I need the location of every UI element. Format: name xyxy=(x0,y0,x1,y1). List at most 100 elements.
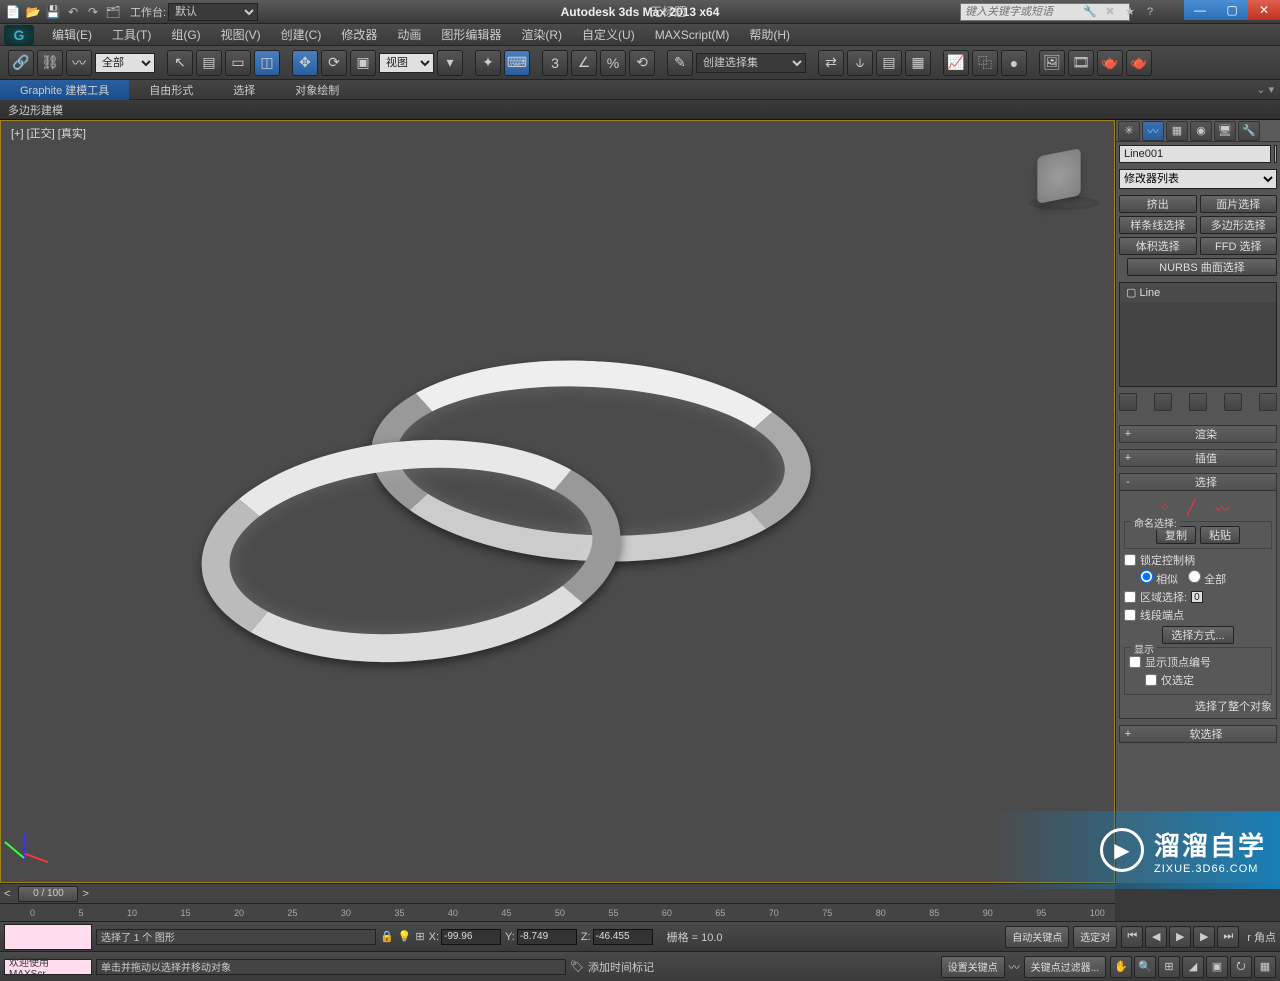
help-icon[interactable]: ? xyxy=(1142,4,1158,20)
application-button[interactable]: G xyxy=(4,25,34,45)
area-select-value[interactable] xyxy=(1191,591,1203,603)
play-icon[interactable]: ▶ xyxy=(1169,926,1191,948)
rollout-select-header[interactable]: -选择 xyxy=(1119,473,1277,491)
minimize-button[interactable]: — xyxy=(1184,0,1216,20)
material-editor-icon[interactable]: ● xyxy=(1001,50,1027,76)
coord-z-input[interactable] xyxy=(593,929,653,945)
subscription-icon[interactable]: 🔧 xyxy=(1082,4,1098,20)
select-by-name-icon[interactable]: ▤ xyxy=(196,50,222,76)
script-welcome[interactable]: 欢迎使用 MAXScr xyxy=(4,959,92,975)
track-bar[interactable]: 0510152025303540455055606570758085909510… xyxy=(0,903,1115,921)
viewport[interactable]: [+] [正交] [真实] xyxy=(0,120,1115,883)
mod-btn-volselect[interactable]: 体积选择 xyxy=(1119,237,1197,255)
zoom-extents-icon[interactable]: ▣ xyxy=(1206,956,1228,978)
remove-modifier-icon[interactable] xyxy=(1224,393,1242,411)
graphite-toggle-icon[interactable]: ▦ xyxy=(905,50,931,76)
lock-handles-check[interactable]: 锁定控制柄 xyxy=(1124,552,1272,568)
window-crossing-icon[interactable]: ◫ xyxy=(254,50,280,76)
ribbon-expand-icon[interactable]: ⌄ ▾ xyxy=(1256,83,1274,96)
move-icon[interactable]: ✥ xyxy=(292,50,318,76)
prev-frame-icon[interactable]: ◀ xyxy=(1145,926,1167,948)
time-tag-icon[interactable]: 🏷 xyxy=(570,960,584,973)
schematic-view-icon[interactable]: ⿻ xyxy=(972,50,998,76)
scale-icon[interactable]: ▣ xyxy=(350,50,376,76)
save-file-icon[interactable]: 💾 xyxy=(44,3,62,21)
menu-edit[interactable]: 编辑(E) xyxy=(42,25,102,45)
tab-create-icon[interactable]: ✳ xyxy=(1118,121,1140,141)
isolate-icon[interactable]: 💡 xyxy=(398,930,412,943)
snap-3d-icon[interactable]: 3 xyxy=(542,50,568,76)
align-icon[interactable]: ⫝ xyxy=(847,50,873,76)
add-time-tag-label[interactable]: 添加时间标记 xyxy=(588,959,654,975)
rollout-render-header[interactable]: +渲染 xyxy=(1119,425,1277,443)
bind-spacewarp-icon[interactable]: 〰 xyxy=(66,50,92,76)
time-prev-icon[interactable]: < xyxy=(4,888,10,900)
maxtoggle-icon[interactable]: ▦ xyxy=(1254,956,1276,978)
menu-modifiers[interactable]: 修改器 xyxy=(331,25,387,45)
percent-snap-icon[interactable]: % xyxy=(600,50,626,76)
rotate-icon[interactable]: ⟳ xyxy=(321,50,347,76)
manipulate-icon[interactable]: ✦ xyxy=(475,50,501,76)
mod-btn-ffdselect[interactable]: FFD 选择 xyxy=(1200,237,1278,255)
rendered-frame-icon[interactable]: 🎞 xyxy=(1068,50,1094,76)
select-object-icon[interactable]: ↖ xyxy=(167,50,193,76)
ribbon-tab-objectpaint[interactable]: 对象绘制 xyxy=(275,80,359,100)
menu-create[interactable]: 创建(C) xyxy=(271,25,332,45)
show-vert-num-check[interactable]: 显示顶点编号 xyxy=(1129,654,1267,670)
unlink-icon[interactable]: ⛓ xyxy=(37,50,63,76)
pan-view-icon[interactable]: ✋ xyxy=(1110,956,1132,978)
paste-button[interactable]: 粘贴 xyxy=(1200,526,1240,544)
mod-btn-splineselect[interactable]: 样条线选择 xyxy=(1119,216,1197,234)
maximize-button[interactable]: ▢ xyxy=(1216,0,1248,20)
menu-customize[interactable]: 自定义(U) xyxy=(572,25,645,45)
object-name-input[interactable] xyxy=(1119,145,1271,163)
menu-tools[interactable]: 工具(T) xyxy=(102,25,161,45)
stack-item-line[interactable]: ▢ Line xyxy=(1120,283,1276,302)
tab-modify-icon[interactable]: 〰 xyxy=(1142,121,1164,141)
make-unique-icon[interactable] xyxy=(1189,393,1207,411)
next-frame-icon[interactable]: ▶ xyxy=(1193,926,1215,948)
modifier-list-select[interactable]: 修改器列表 xyxy=(1119,169,1277,189)
rollout-interp-header[interactable]: +插值 xyxy=(1119,449,1277,467)
redo-icon[interactable]: ↷ xyxy=(84,3,102,21)
menu-animation[interactable]: 动画 xyxy=(387,25,431,45)
maxscript-mini-listener[interactable] xyxy=(4,924,92,950)
viewport-label[interactable]: [+] [正交] [真实] xyxy=(11,125,86,141)
menu-group[interactable]: 组(G) xyxy=(161,25,210,45)
configure-sets-icon[interactable] xyxy=(1259,393,1277,411)
menu-maxscript[interactable]: MAXScript(M) xyxy=(645,25,740,45)
selection-filter[interactable]: 全部 xyxy=(95,53,155,73)
orbit-icon[interactable]: ⭮ xyxy=(1230,956,1252,978)
tab-motion-icon[interactable]: ◉ xyxy=(1190,121,1212,141)
ribbon-tab-selection[interactable]: 选择 xyxy=(213,80,275,100)
ref-coord-system[interactable]: 视图 xyxy=(379,53,434,73)
fov-icon[interactable]: ◢ xyxy=(1182,956,1204,978)
segment-level-icon[interactable]: ╱ xyxy=(1187,499,1209,517)
exchange-icon[interactable]: ✖ xyxy=(1102,4,1118,20)
project-icon[interactable]: 🗂 xyxy=(104,3,122,21)
auto-key-button[interactable]: 自动关键点 xyxy=(1005,926,1069,948)
mod-btn-polyselect[interactable]: 多边形选择 xyxy=(1200,216,1278,234)
open-file-icon[interactable]: 📂 xyxy=(24,3,42,21)
menu-grapheditors[interactable]: 图形编辑器 xyxy=(431,25,511,45)
undo-icon[interactable]: ↶ xyxy=(64,3,82,21)
zoom-icon[interactable]: 🔍 xyxy=(1134,956,1156,978)
new-file-icon[interactable]: 📄 xyxy=(4,3,22,21)
tab-utilities-icon[interactable]: 🔧 xyxy=(1238,121,1260,141)
sel-only-check[interactable]: 仅选定 xyxy=(1145,672,1267,688)
radio-all[interactable]: 全部 xyxy=(1188,570,1226,587)
mod-btn-patchselect[interactable]: 面片选择 xyxy=(1200,195,1278,213)
mirror-icon[interactable]: ⇄ xyxy=(818,50,844,76)
show-end-icon[interactable] xyxy=(1154,393,1172,411)
named-selection-set[interactable]: 创建选择集 xyxy=(696,53,806,73)
goto-end-icon[interactable]: ⏭ xyxy=(1217,926,1239,948)
coord-x-input[interactable] xyxy=(441,929,501,945)
zoom-all-icon[interactable]: ⊞ xyxy=(1158,956,1180,978)
menu-help[interactable]: 帮助(H) xyxy=(739,25,800,45)
radio-alike[interactable]: 相似 xyxy=(1140,570,1178,587)
spline-level-icon[interactable]: 〰 xyxy=(1215,499,1237,517)
modifier-stack[interactable]: ▢ Line xyxy=(1119,282,1277,387)
goto-start-icon[interactable]: ⏮ xyxy=(1121,926,1143,948)
ribbon-tab-graphite[interactable]: Graphite 建模工具 xyxy=(0,80,129,100)
link-icon[interactable]: 🔗 xyxy=(8,50,34,76)
